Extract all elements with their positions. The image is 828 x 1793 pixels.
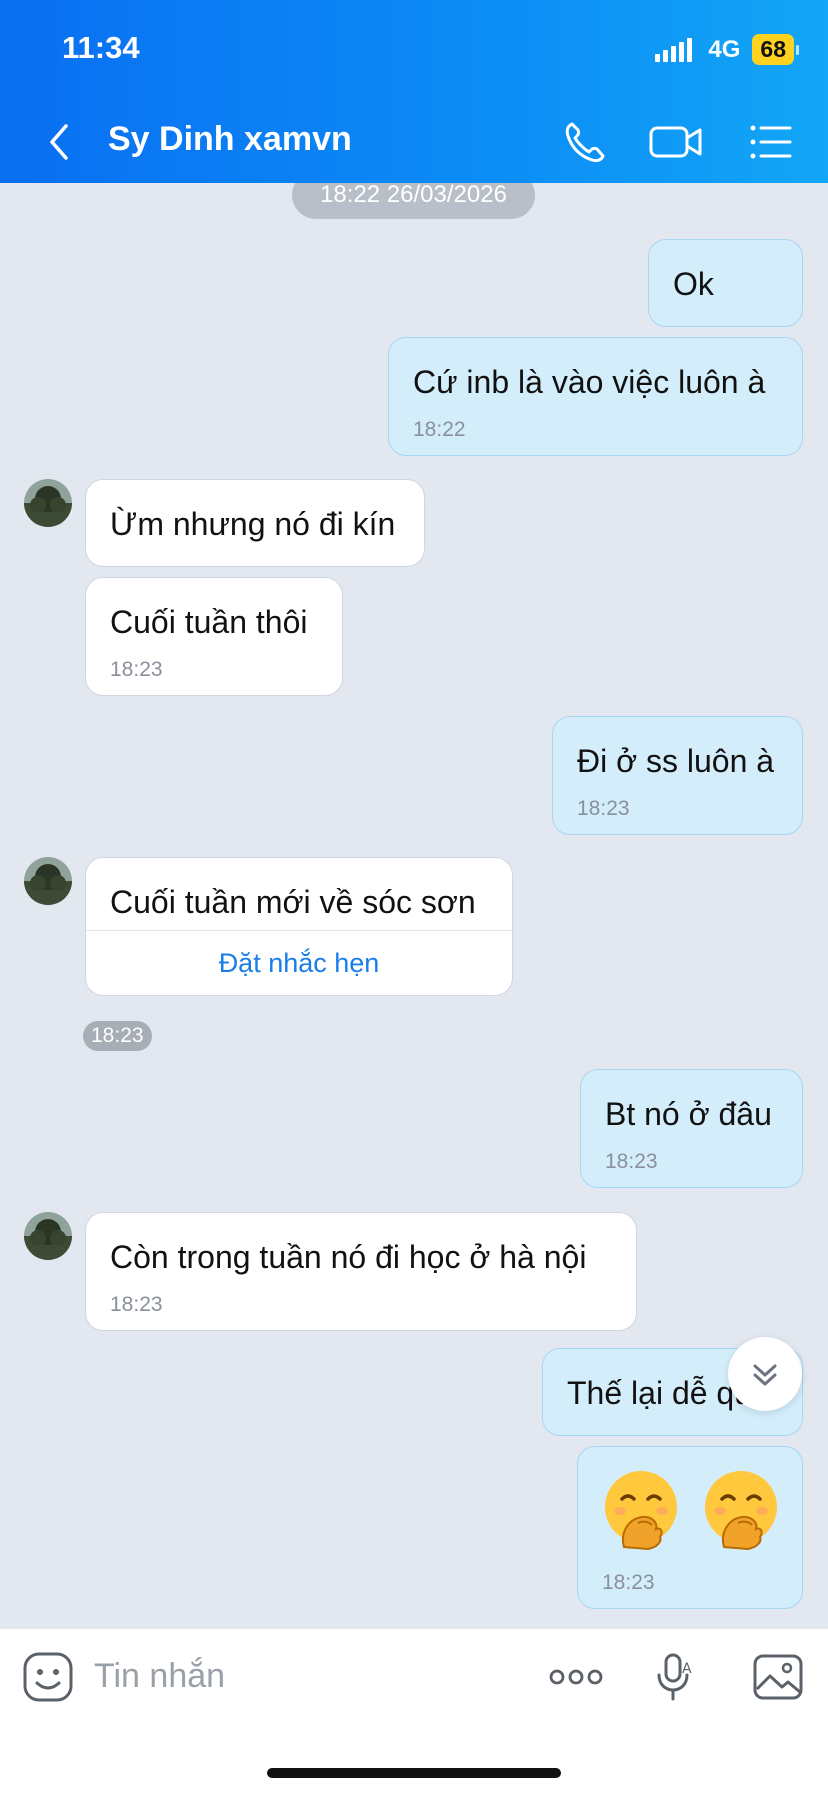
svg-text:A: A: [682, 1661, 692, 1677]
message-outgoing[interactable]: 18:23: [577, 1446, 803, 1609]
chat-header: 11:34 4G 68 Sy Dinh xamvn: [0, 0, 828, 183]
message-time: 18:23: [110, 658, 163, 681]
set-reminder-button[interactable]: Đặt nhắc hẹn: [86, 930, 512, 995]
chat-title[interactable]: Sy Dinh xamvn: [108, 120, 352, 159]
call-button[interactable]: [558, 116, 610, 168]
message-input[interactable]: Tin nhắn: [94, 1657, 225, 1696]
message-text: Cứ inb là vào việc luôn à: [413, 364, 766, 400]
network-type: 4G: [708, 35, 741, 63]
message-outgoing[interactable]: Đi ở ss luôn à 18:23: [552, 716, 803, 835]
sticker-button[interactable]: [22, 1651, 74, 1703]
message-composer: Tin nhắn A: [0, 1628, 828, 1793]
message-time: 18:22: [413, 418, 466, 441]
avatar[interactable]: [24, 1212, 72, 1260]
message-text: Bt nó ở đâu: [605, 1096, 772, 1132]
voice-message-button[interactable]: A: [648, 1651, 700, 1703]
message-time: 18:23: [110, 1293, 163, 1316]
menu-button[interactable]: [744, 116, 796, 168]
chevron-double-down-icon: [753, 1364, 777, 1386]
message-list[interactable]: 18:22 26/03/2026 Ok Cứ inb là vào việc l…: [0, 183, 828, 1628]
message-incoming[interactable]: Còn trong tuần nó đi học ở hà nội 18:23: [85, 1212, 637, 1331]
date-separator: 18:22 26/03/2026: [292, 183, 535, 219]
back-button[interactable]: [40, 122, 80, 162]
message-text: Cuối tuần thôi: [110, 604, 308, 640]
message-text: Ừm nhưng nó đi kín: [110, 506, 396, 542]
avatar[interactable]: [24, 479, 72, 527]
message-incoming[interactable]: Ừm nhưng nó đi kín: [85, 479, 425, 567]
message-time: 18:23: [83, 1021, 152, 1051]
message-time: 18:23: [577, 797, 630, 820]
message-time: 18:23: [602, 1571, 655, 1594]
message-time: 18:23: [605, 1150, 658, 1173]
scroll-to-bottom-button[interactable]: [728, 1337, 802, 1411]
face-with-hand-over-mouth-emoji: [705, 1471, 777, 1551]
more-options-button[interactable]: [548, 1651, 604, 1703]
avatar[interactable]: [24, 857, 72, 905]
message-text: Đi ở ss luôn à: [577, 743, 775, 779]
message-outgoing[interactable]: Bt nó ở đâu 18:23: [580, 1069, 803, 1188]
status-time: 11:34: [62, 30, 140, 65]
message-text: Ok: [673, 266, 714, 302]
message-outgoing[interactable]: Ok: [648, 239, 803, 327]
message-incoming[interactable]: Cuối tuần thôi 18:23: [85, 577, 343, 696]
face-with-hand-over-mouth-emoji: [605, 1471, 677, 1551]
message-text: Cuối tuần mới về sóc sơn: [110, 884, 476, 920]
status-indicators: 4G 68: [655, 34, 799, 65]
message-incoming[interactable]: Cuối tuần mới về sóc sơn Đặt nhắc hẹn: [85, 857, 513, 996]
signal-icon: [655, 37, 693, 62]
home-indicator[interactable]: [267, 1768, 561, 1778]
message-text: Còn trong tuần nó đi học ở hà nội: [110, 1239, 587, 1275]
video-call-button[interactable]: [648, 116, 704, 168]
image-button[interactable]: [752, 1651, 804, 1703]
message-outgoing[interactable]: Cứ inb là vào việc luôn à 18:22: [388, 337, 803, 456]
battery-level: 68: [752, 34, 799, 65]
